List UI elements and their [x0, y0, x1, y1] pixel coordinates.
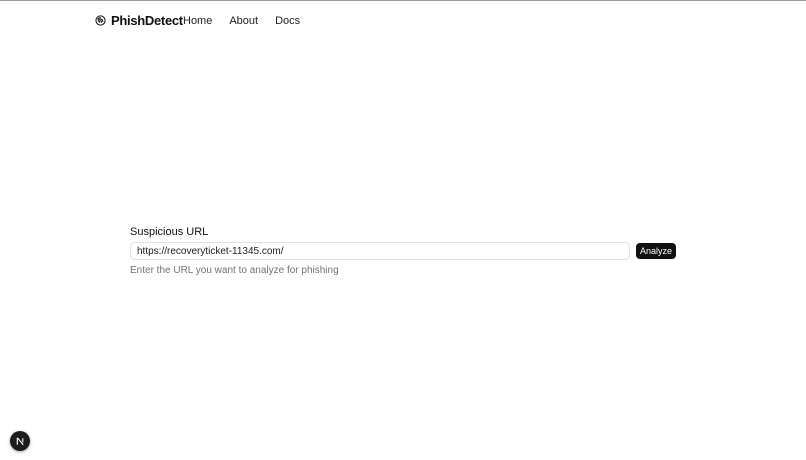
url-field-label: Suspicious URL — [130, 226, 209, 238]
nextjs-logo-icon — [16, 437, 24, 445]
nav-link-docs[interactable]: Docs — [275, 15, 300, 27]
top-navbar: PhishDetect Home About Docs — [0, 1, 806, 39]
brand-logo-link[interactable]: PhishDetect — [95, 13, 183, 28]
brand-name: PhishDetect — [111, 13, 183, 28]
url-input-row: Analyze — [130, 242, 676, 260]
url-field-hint: Enter the URL you want to analyze for ph… — [130, 265, 339, 276]
url-input[interactable] — [130, 242, 631, 260]
fingerprint-icon — [95, 15, 106, 26]
page: PhishDetect Home About Docs Suspicious U… — [0, 0, 806, 460]
nav-link-home[interactable]: Home — [183, 15, 212, 27]
url-analysis-form: Suspicious URL Analyze Enter the URL you… — [130, 226, 676, 277]
main-nav: Home About Docs — [183, 15, 300, 27]
nav-link-about[interactable]: About — [229, 15, 258, 27]
nextjs-dev-badge[interactable] — [10, 431, 30, 451]
analyze-button[interactable]: Analyze — [636, 243, 676, 259]
